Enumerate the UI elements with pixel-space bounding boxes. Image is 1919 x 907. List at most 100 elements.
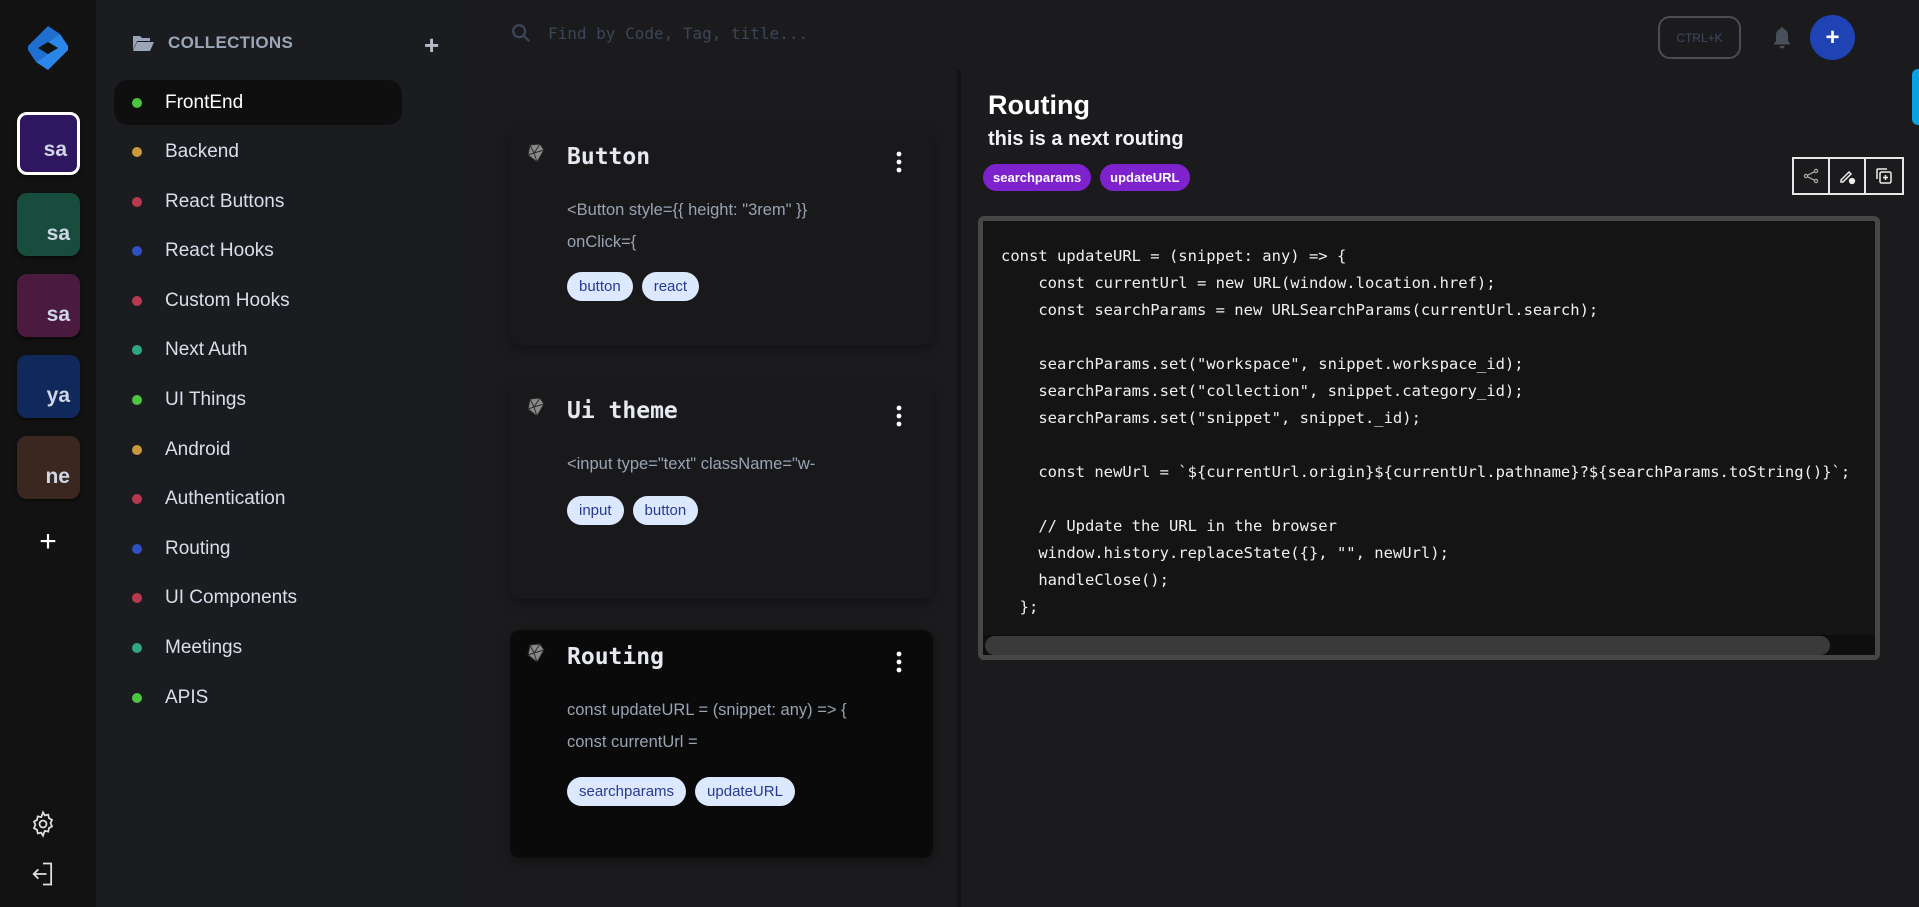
collection-color-dot bbox=[132, 295, 142, 306]
collection-item[interactable]: Android bbox=[114, 427, 402, 472]
collections-title: COLLECTIONS bbox=[168, 33, 294, 52]
detail-tag-chip[interactable]: searchparams bbox=[983, 164, 1092, 191]
workspace-rail: sa sa sa ya ne + bbox=[0, 0, 96, 907]
collection-item[interactable]: FrontEnd bbox=[114, 80, 402, 125]
collection-label: UI Components bbox=[165, 587, 298, 609]
collection-label: Meetings bbox=[165, 637, 243, 659]
workspace-tile[interactable]: sa bbox=[17, 193, 80, 256]
collection-label: Authentication bbox=[165, 488, 286, 510]
workspace-initials: sa bbox=[43, 138, 67, 161]
panel-edge-handle[interactable] bbox=[1912, 69, 1919, 125]
workspace-tile[interactable]: sa bbox=[17, 112, 80, 175]
collection-item[interactable]: Custom Hooks bbox=[114, 278, 402, 323]
bell-icon[interactable] bbox=[1770, 25, 1794, 51]
search-bar bbox=[510, 22, 1068, 44]
more-vertical-icon[interactable] bbox=[895, 404, 903, 428]
search-icon bbox=[512, 24, 531, 43]
collection-color-dot bbox=[132, 395, 142, 406]
collection-item[interactable]: React Hooks bbox=[114, 229, 402, 274]
collection-label: React Buttons bbox=[165, 190, 285, 212]
command-shortcut-button[interactable]: CTRL+K bbox=[1658, 16, 1741, 59]
search-input[interactable] bbox=[548, 23, 1068, 43]
collection-item[interactable]: React Buttons bbox=[114, 179, 402, 224]
collection-label: Android bbox=[165, 438, 231, 460]
app-logo-icon[interactable] bbox=[24, 24, 72, 72]
gem-icon bbox=[527, 397, 545, 417]
collection-label: Custom Hooks bbox=[165, 289, 290, 311]
snippet-card-title: Ui theme bbox=[567, 398, 678, 424]
collection-item[interactable]: Backend bbox=[114, 130, 402, 175]
snippet-card-preview: <Button style={{ height: "3rem" }} onCli… bbox=[567, 201, 808, 251]
collection-item[interactable]: UI Components bbox=[114, 576, 402, 621]
edit-button[interactable] bbox=[1830, 159, 1866, 193]
snippet-actions bbox=[1792, 157, 1904, 195]
collection-item[interactable]: Meetings bbox=[114, 626, 402, 671]
snippet-card[interactable]: Button <Button style={{ height: "3rem" }… bbox=[510, 130, 933, 345]
detail-tag-chip[interactable]: updateURL bbox=[1100, 164, 1190, 191]
code-viewer[interactable]: const updateURL = (snippet: any) => { co… bbox=[978, 216, 1880, 660]
workspace-tile[interactable]: ya bbox=[17, 355, 80, 418]
snippet-card-tags: input button bbox=[567, 496, 699, 525]
tag-chip[interactable]: searchparams bbox=[567, 777, 687, 806]
code-content[interactable]: const updateURL = (snippet: any) => { co… bbox=[1001, 243, 1850, 621]
workspace-tile[interactable]: sa bbox=[17, 274, 80, 337]
snippet-card-tags: searchparams updateURL bbox=[567, 777, 795, 806]
collection-color-dot bbox=[132, 593, 142, 604]
collection-item[interactable]: UI Things bbox=[114, 378, 402, 423]
snippet-tags: searchparams updateURL bbox=[983, 164, 1190, 191]
workspace-initials: ne bbox=[45, 465, 70, 488]
collection-label: Backend bbox=[165, 141, 239, 163]
collection-item[interactable]: Authentication bbox=[114, 477, 402, 522]
panel-divider[interactable] bbox=[957, 70, 961, 907]
new-snippet-button[interactable]: + bbox=[1810, 15, 1855, 60]
collections-header: COLLECTIONS bbox=[132, 33, 293, 53]
collection-color-dot bbox=[132, 692, 142, 703]
collection-label: UI Things bbox=[165, 389, 246, 411]
snippet-card[interactable]: Ui theme <input type="text" className="w… bbox=[510, 384, 933, 599]
more-vertical-icon[interactable] bbox=[895, 150, 903, 174]
workspace-tile[interactable]: ne bbox=[17, 436, 80, 499]
snippet-description: this is a next routing bbox=[988, 128, 1184, 150]
snippet-card[interactable]: Routing const updateURL = (snippet: any)… bbox=[510, 630, 933, 858]
snippet-card-preview: const updateURL = (snippet: any) => { co… bbox=[567, 701, 847, 751]
collection-color-dot bbox=[132, 494, 142, 505]
gear-icon[interactable] bbox=[29, 810, 57, 838]
collection-color-dot bbox=[132, 147, 142, 158]
collection-color-dot bbox=[132, 196, 142, 207]
collection-label: APIS bbox=[165, 686, 209, 708]
gem-icon bbox=[527, 143, 545, 163]
snippet-card-preview: <input type="text" className="w- bbox=[567, 455, 816, 473]
logout-icon[interactable] bbox=[29, 860, 57, 888]
tag-chip[interactable]: react bbox=[641, 272, 700, 301]
share-icon bbox=[1803, 168, 1819, 184]
workspace-initials: sa bbox=[46, 222, 70, 245]
workspace-initials: sa bbox=[46, 303, 70, 326]
edit-icon bbox=[1840, 170, 1856, 185]
collection-color-dot bbox=[132, 543, 142, 554]
tag-chip[interactable]: input bbox=[567, 496, 624, 525]
snippet-title: Routing bbox=[988, 90, 1090, 120]
collection-item[interactable]: Routing bbox=[114, 526, 402, 571]
folder-open-icon bbox=[133, 36, 154, 51]
collection-color-dot bbox=[132, 246, 142, 257]
collection-item[interactable]: Next Auth bbox=[114, 328, 402, 373]
scrollbar-thumb[interactable] bbox=[985, 636, 1830, 655]
snippet-card-title: Routing bbox=[567, 644, 664, 670]
duplicate-button[interactable] bbox=[1866, 159, 1902, 193]
share-button[interactable] bbox=[1794, 159, 1830, 193]
duplicate-icon bbox=[1876, 168, 1892, 184]
horizontal-scrollbar[interactable] bbox=[983, 635, 1875, 655]
more-vertical-icon[interactable] bbox=[895, 650, 903, 674]
snippet-list: Button <Button style={{ height: "3rem" }… bbox=[480, 80, 940, 907]
collection-item[interactable]: APIS bbox=[114, 675, 402, 720]
add-workspace-button[interactable]: + bbox=[34, 527, 62, 557]
tag-chip[interactable]: button bbox=[567, 272, 633, 301]
collection-color-dot bbox=[132, 444, 142, 455]
collections-sidebar: COLLECTIONS + FrontEnd Backend React Butto… bbox=[96, 0, 476, 907]
collection-label: Routing bbox=[165, 537, 231, 559]
tag-chip[interactable]: button bbox=[632, 496, 699, 525]
workspace-initials: ya bbox=[46, 384, 70, 407]
add-collection-button[interactable]: + bbox=[424, 32, 439, 58]
collection-color-dot bbox=[132, 345, 142, 356]
tag-chip[interactable]: updateURL bbox=[695, 777, 795, 806]
